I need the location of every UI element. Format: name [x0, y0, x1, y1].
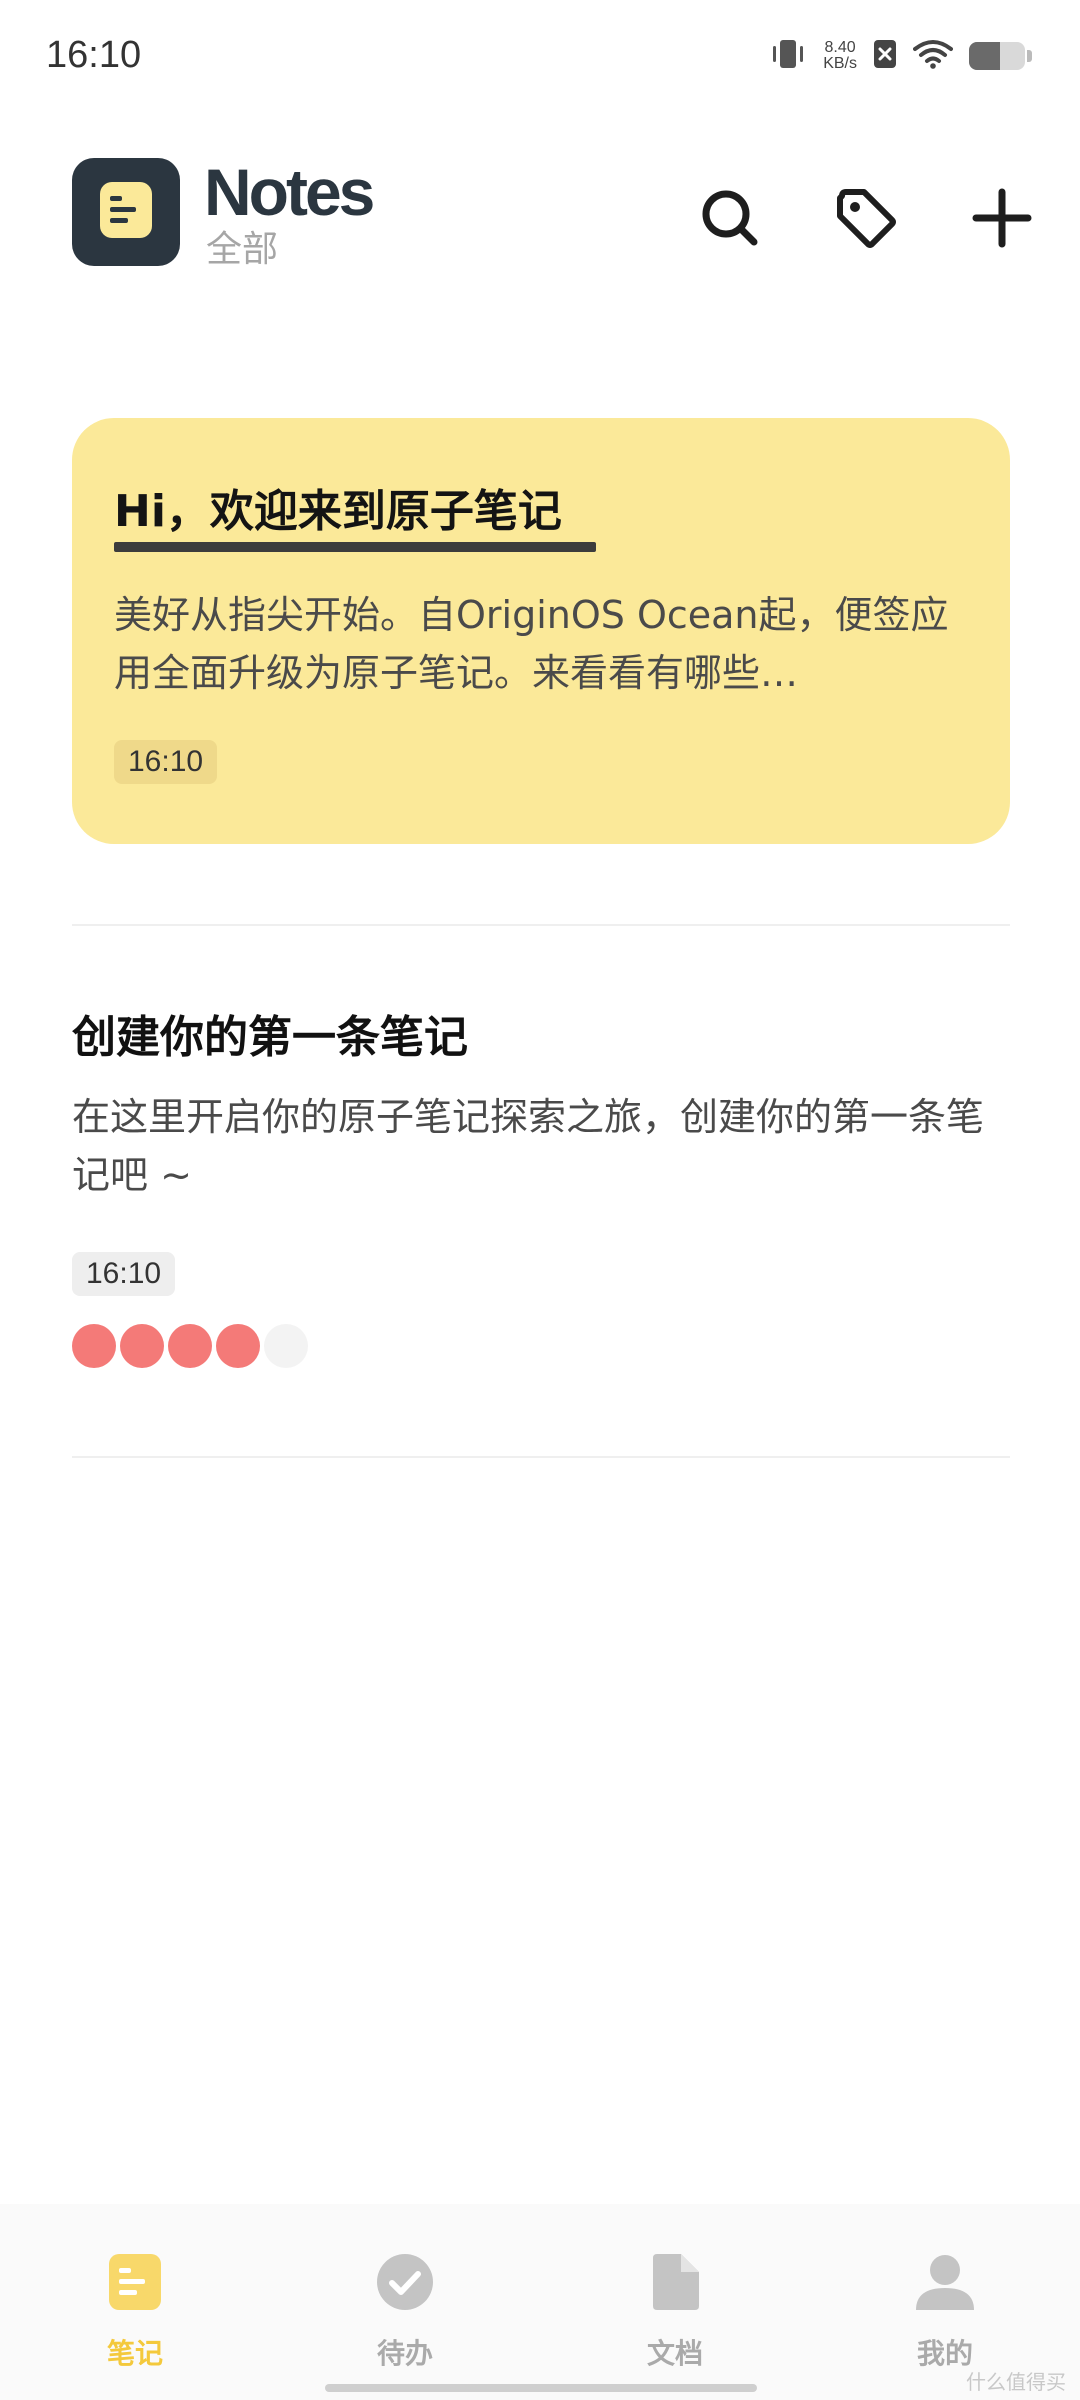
nav-label: 笔记: [106, 2337, 163, 2370]
net-speed: 8.40 KB/s: [823, 40, 857, 72]
note-logo-icon: [98, 180, 154, 244]
divider: [72, 1456, 1010, 1458]
tag-button[interactable]: [826, 180, 906, 260]
title-underline: [114, 542, 596, 552]
app-header: Notes 全部: [0, 150, 1080, 280]
nav-label: 待办: [376, 2337, 433, 2370]
sim-disabled-icon: [873, 39, 897, 73]
divider: [72, 924, 1010, 926]
note-icon: [103, 2250, 167, 2314]
vibrate-icon: [769, 37, 807, 75]
nav-item-documents[interactable]: 文档: [540, 2204, 810, 2400]
nav-item-todo[interactable]: 待办: [270, 2204, 540, 2400]
add-note-button[interactable]: [962, 180, 1042, 260]
nav-item-notes[interactable]: 笔记: [0, 2204, 270, 2400]
note-time: 16:10: [72, 1252, 176, 1296]
welcome-note-card[interactable]: Hi，欢迎来到原子笔记 美好从指尖开始。自OriginOS Ocean起，便签应…: [72, 418, 1010, 844]
nav-label: 文档: [646, 2337, 703, 2370]
welcome-note-title: Hi，欢迎来到原子笔记: [114, 486, 562, 537]
battery-tip: [1027, 50, 1032, 62]
net-speed-unit: KB/s: [823, 55, 857, 72]
folder-filter[interactable]: 全部: [206, 228, 278, 272]
color-dot: [264, 1324, 308, 1368]
note-color-dots: [72, 1324, 308, 1368]
bottom-nav: 笔记 待办 文档 我的: [0, 2204, 1080, 2400]
note-title: 创建你的第一条笔记: [72, 1012, 468, 1063]
status-bar: 16:10 8.40 KB/s: [0, 0, 1080, 110]
app-title: Notes: [204, 155, 375, 229]
todo-check-icon: [373, 2250, 437, 2314]
color-dot: [120, 1324, 164, 1368]
welcome-note-preview: 美好从指尖开始。自OriginOS Ocean起，便签应用全面升级为原子笔记。来…: [114, 593, 949, 695]
net-speed-value: 8.40: [824, 39, 856, 56]
search-button[interactable]: [690, 180, 770, 260]
add-icon: [970, 186, 1034, 254]
header-actions: [690, 180, 1042, 260]
profile-icon: [913, 2250, 977, 2314]
note-preview: 在这里开启你的原子笔记探索之旅，创建你的第一条笔记吧 ~: [72, 1095, 985, 1197]
watermark: 什么值得买: [966, 2370, 1066, 2394]
tag-icon: [834, 186, 898, 254]
document-icon: [643, 2250, 707, 2314]
note-list-item[interactable]: 创建你的第一条笔记 在这里开启你的原子笔记探索之旅，创建你的第一条笔记吧 ~ 1…: [72, 990, 1010, 1410]
color-dot: [168, 1324, 212, 1368]
battery-fill: [969, 42, 1000, 70]
wifi-icon: [913, 39, 953, 73]
welcome-note-time: 16:10: [114, 740, 218, 784]
home-indicator[interactable]: [325, 2384, 757, 2392]
status-icons: 8.40 KB/s: [769, 34, 1032, 78]
color-dot: [216, 1324, 260, 1368]
color-dot: [72, 1324, 116, 1368]
battery-icon: [969, 42, 1025, 70]
app-logo: [72, 158, 180, 266]
status-time: 16:10: [46, 34, 142, 76]
search-icon: [698, 186, 762, 254]
